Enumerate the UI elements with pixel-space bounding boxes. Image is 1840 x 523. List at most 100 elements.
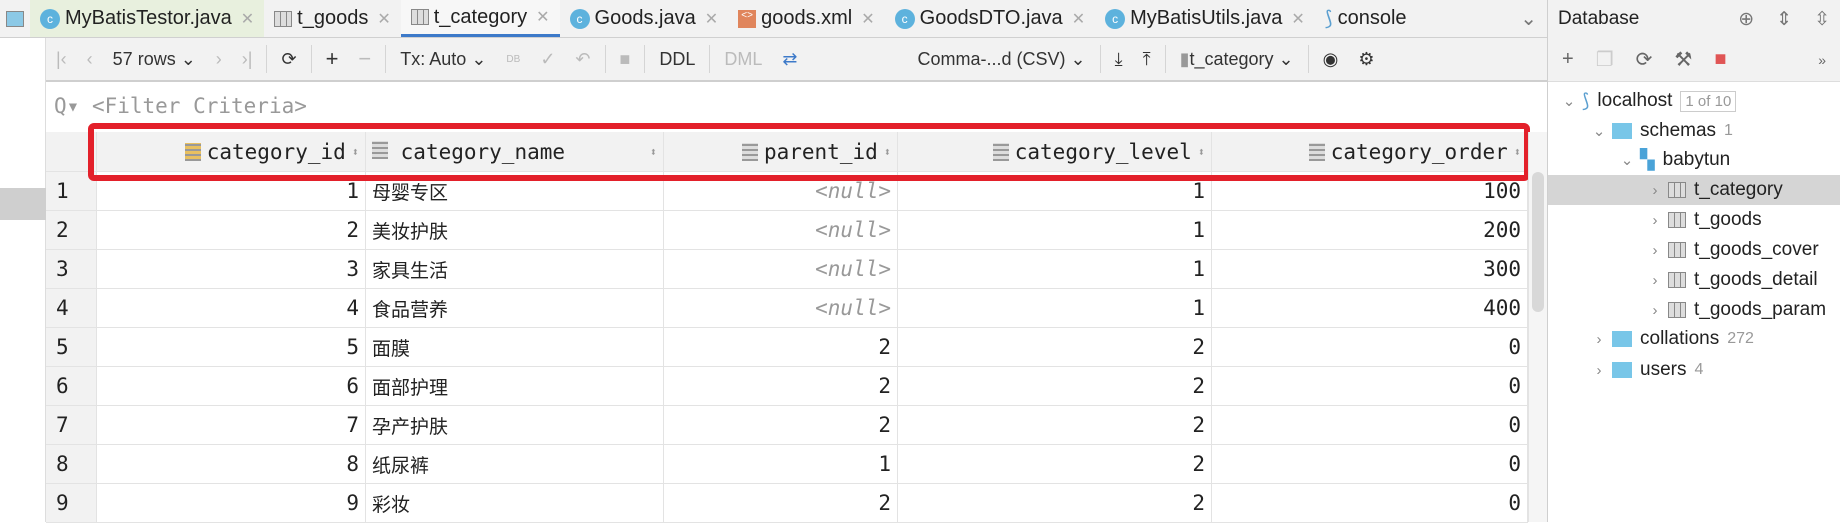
tree-node-localhost[interactable]: ⌄ ⟆ localhost 1 of 10 [1548,86,1840,116]
prev-page-button[interactable]: ‹ [77,49,103,70]
cell-category-level[interactable]: 2 [898,445,1212,483]
chevron-right-icon[interactable]: › [1642,302,1668,319]
tree-node-collations[interactable]: › collations 272 [1548,324,1840,354]
table-row[interactable]: 8 8 纸尿裤 1 2 0 [46,445,1528,484]
table-row[interactable]: 9 9 彩妆 2 2 0 [46,484,1528,523]
cell-parent-id[interactable]: <null> [664,289,898,327]
cell-category-name[interactable]: 彩妆 [366,484,664,522]
close-icon[interactable]: ✕ [536,7,549,27]
cell-category-id[interactable]: 3 [97,250,366,288]
cell-category-level[interactable]: 1 [898,211,1212,249]
close-icon[interactable]: ✕ [377,9,390,29]
chevron-right-icon[interactable]: › [1642,272,1668,289]
cell-category-order[interactable]: 300 [1212,250,1528,288]
rollback-icon[interactable]: ↶ [565,49,600,70]
datasource-dropdown[interactable]: ▮ t_category ⌄ [1170,49,1304,70]
chevron-down-icon[interactable]: ⌄ [1556,92,1582,110]
tab-goodsdto[interactable]: c GoodsDTO.java ✕ [885,0,1095,37]
copy-icon[interactable]: ❐ [1596,47,1614,72]
chevron-right-icon[interactable]: › [1586,331,1612,348]
cell-category-name[interactable]: 食品营养 [366,289,664,327]
submit-db-icon[interactable]: DB [496,54,530,65]
rows-dropdown[interactable]: 57 rows ⌄ [103,49,206,70]
cell-parent-id[interactable]: 2 [664,328,898,366]
tree-node-table[interactable]: › t_goods_cover [1548,235,1840,265]
collapse-all-icon[interactable]: ⇳ [1814,8,1830,31]
cell-parent-id[interactable]: <null> [664,211,898,249]
cell-category-order[interactable]: 400 [1212,289,1528,327]
tab-mybatistestor[interactable]: c MyBatisTestor.java ✕ [30,0,265,37]
export-format-dropdown[interactable]: Comma-...d (CSV) ⌄ [908,49,1096,70]
refresh-icon[interactable]: ⟳ [271,49,306,70]
chevron-right-icon[interactable]: › [1642,242,1668,259]
tree-node-table[interactable]: › t_category [1548,175,1840,205]
cell-parent-id[interactable]: 1 [664,445,898,483]
tab-goods-java[interactable]: c Goods.java ✕ [560,0,729,37]
compare-icon[interactable]: ⇄ [772,49,807,70]
filter-input[interactable]: <Filter Criteria> [92,94,307,118]
tx-mode-dropdown[interactable]: Tx: Auto ⌄ [390,49,496,70]
cell-category-id[interactable]: 5 [97,328,366,366]
tree-node-table[interactable]: › t_goods_param [1548,295,1840,325]
cell-category-name[interactable]: 纸尿裤 [366,445,664,483]
last-page-button[interactable]: ›| [232,49,263,70]
add-icon[interactable]: + [1562,48,1574,71]
tabs-overflow-button[interactable]: ⌄ [1510,0,1547,37]
tab-project[interactable] [0,0,30,37]
table-row[interactable]: 3 3 家具生活 <null> 1 300 [46,250,1528,289]
cell-category-id[interactable]: 8 [97,445,366,483]
table-row[interactable]: 7 7 孕产护肤 2 2 0 [46,406,1528,445]
cell-parent-id[interactable]: 2 [664,367,898,405]
cell-category-level[interactable]: 2 [898,328,1212,366]
stop-icon[interactable]: ■ [610,49,641,70]
tree-node-table[interactable]: › t_goods [1548,205,1840,235]
remove-row-icon[interactable]: − [348,46,381,72]
tab-t-category[interactable]: t_category ✕ [400,0,560,37]
cell-category-level[interactable]: 2 [898,367,1212,405]
cell-category-name[interactable]: 面部护理 [366,367,664,405]
close-icon[interactable]: ✕ [241,9,254,29]
cell-category-id[interactable]: 4 [97,289,366,327]
cell-category-name[interactable]: 美妆护肤 [366,211,664,249]
cell-category-level[interactable]: 2 [898,484,1212,522]
view-icon[interactable]: ◉ [1313,49,1349,70]
tree-node-table[interactable]: › t_goods_detail [1548,265,1840,295]
close-icon[interactable]: ✕ [705,9,718,29]
close-icon[interactable]: ✕ [1291,9,1304,29]
cell-category-level[interactable]: 2 [898,406,1212,444]
refresh-icon[interactable]: ⟳ [1636,47,1653,72]
cell-parent-id[interactable]: 2 [664,406,898,444]
cell-category-order[interactable]: 0 [1212,445,1528,483]
gear-icon[interactable]: ⚙ [1348,49,1384,70]
commit-icon[interactable]: ✓ [530,49,565,70]
expand-all-icon[interactable]: ⇕ [1776,8,1792,31]
scrollbar-thumb[interactable] [1532,172,1544,312]
tree-node-babytun[interactable]: ⌄ ▚ babytun [1548,145,1840,175]
tree-node-users[interactable]: › users 4 [1548,355,1840,385]
locate-icon[interactable]: ⊕ [1738,8,1754,31]
tab-goods-xml[interactable]: <> goods.xml ✕ [728,0,885,37]
tab-t-goods[interactable]: t_goods ✕ [264,0,401,37]
chevron-down-icon[interactable]: ⌄ [1586,122,1612,140]
cell-category-id[interactable]: 7 [97,406,366,444]
more-icon[interactable]: » [1818,52,1826,68]
tab-console[interactable]: ⟆ console [1315,0,1417,37]
export-icon[interactable]: ⤓ [1105,49,1133,70]
cell-category-name[interactable]: 面膜 [366,328,664,366]
cell-category-order[interactable]: 0 [1212,328,1528,366]
cell-category-name[interactable]: 孕产护肤 [366,406,664,444]
chevron-right-icon[interactable]: › [1586,362,1612,379]
cell-category-id[interactable]: 2 [97,211,366,249]
cell-category-name[interactable]: 家具生活 [366,250,664,288]
close-icon[interactable]: ✕ [861,9,874,29]
cell-parent-id[interactable]: <null> [664,250,898,288]
cell-parent-id[interactable]: 2 [664,484,898,522]
cell-category-id[interactable]: 9 [97,484,366,522]
table-row[interactable]: 5 5 面膜 2 2 0 [46,328,1528,367]
vertical-scrollbar[interactable] [1528,132,1547,522]
cell-category-order[interactable]: 200 [1212,211,1528,249]
chevron-down-icon[interactable]: ⌄ [1614,151,1640,169]
add-row-icon[interactable]: + [316,46,349,72]
table-row[interactable]: 2 2 美妆护肤 <null> 1 200 [46,211,1528,250]
next-page-button[interactable]: › [206,49,232,70]
